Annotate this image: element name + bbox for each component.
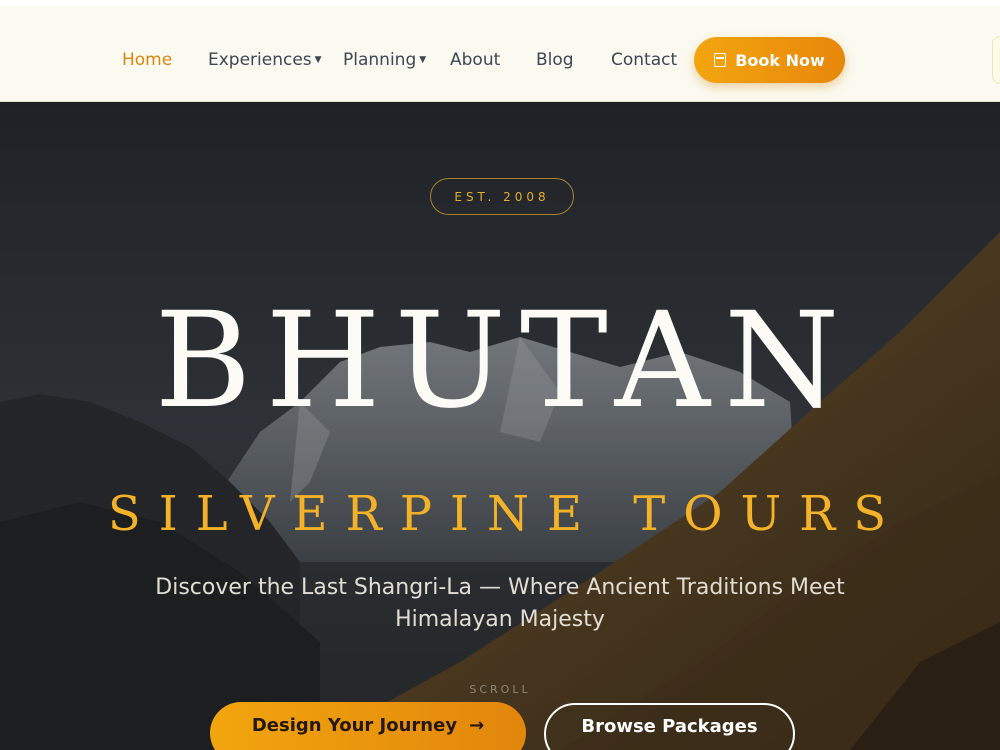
design-journey-label: Design Your Journey: [251, 714, 458, 736]
nav-item-experiences[interactable]: Experiences ▼: [208, 50, 322, 70]
chevron-down-icon: ▼: [419, 55, 427, 65]
hero-subtitle: SILVERPINE TOURS: [107, 486, 905, 542]
arrow-right-icon: →: [469, 714, 485, 736]
nav-item-home[interactable]: Home: [122, 50, 172, 70]
nav-item-label: Planning: [343, 50, 417, 70]
book-now-button[interactable]: Book Now: [694, 37, 845, 83]
nav-item-blog[interactable]: Blog: [536, 50, 574, 70]
browse-packages-button[interactable]: Browse Packages: [544, 703, 795, 750]
hero-tagline: Discover the Last Shangri-La — Where Anc…: [155, 575, 845, 632]
scroll-indicator: SCROLL: [469, 683, 531, 696]
nav-item-contact[interactable]: Contact: [611, 50, 677, 70]
nav-item-about[interactable]: About: [450, 50, 500, 70]
hero-section: EST. 2008 BHUTAN SILVERPINE TOURS Discov…: [0, 102, 1000, 750]
nav-item-planning[interactable]: Planning ▼: [343, 50, 426, 70]
calendar-icon: [714, 53, 727, 67]
book-now-label: Book Now: [735, 50, 825, 70]
chevron-down-icon: ▼: [314, 55, 322, 65]
design-journey-button[interactable]: Design Your Journey →: [210, 702, 526, 750]
partial-nav-control[interactable]: [992, 36, 1000, 84]
nav-item-label: Experiences: [208, 50, 312, 70]
browse-packages-label: Browse Packages: [581, 715, 758, 737]
top-navigation: Home Experiences ▼ Planning ▼ About Blog C…: [0, 0, 1000, 102]
established-badge: EST. 2008: [430, 178, 574, 215]
hero-title: BHUTAN: [154, 284, 854, 438]
